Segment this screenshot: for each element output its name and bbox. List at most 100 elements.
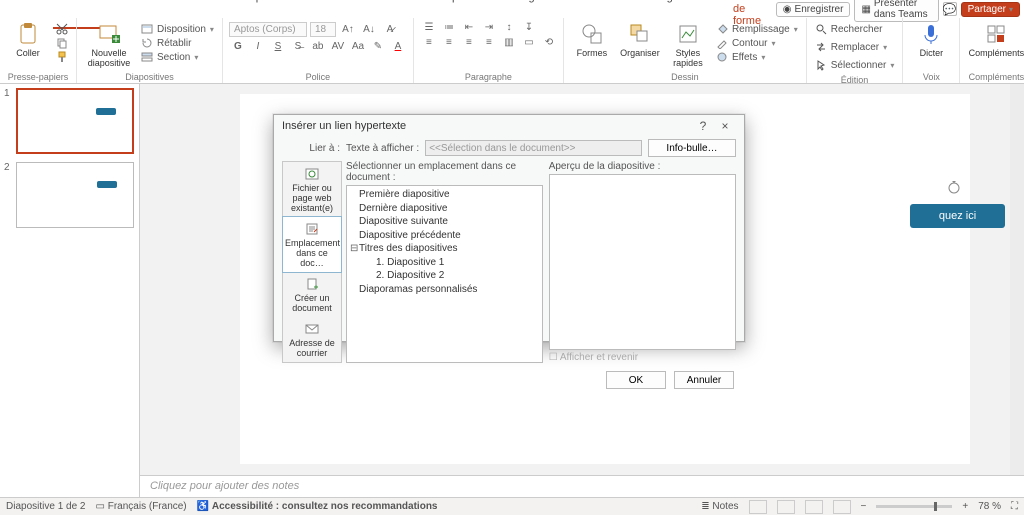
linkto-file-web-tab[interactable]: Fichier ou page web existant(e): [283, 162, 341, 217]
align-left-button[interactable]: ≡: [420, 37, 438, 48]
brush-icon: [56, 51, 68, 63]
find-button[interactable]: Rechercher: [813, 22, 885, 36]
line-spacing-button[interactable]: ↕: [500, 22, 518, 33]
char-spacing-button[interactable]: AV: [329, 41, 347, 52]
replace-button[interactable]: Remplacer: [813, 40, 889, 54]
fit-to-window-button[interactable]: ⛶: [1011, 501, 1018, 512]
align-center-button[interactable]: ≡: [440, 37, 458, 48]
strike-button[interactable]: S̶: [289, 41, 307, 52]
zoom-slider[interactable]: [876, 505, 952, 508]
status-slide-counter: Diapositive 1 de 2: [6, 501, 86, 512]
highlight-button[interactable]: ✎: [369, 41, 387, 52]
shape-outline-button[interactable]: Contour: [714, 36, 800, 50]
change-case-button[interactable]: Aa: [349, 41, 367, 52]
selected-shape[interactable]: quez ici: [910, 204, 1005, 228]
underline-button[interactable]: S: [269, 41, 287, 52]
group-clipboard: Coller Presse-papiers: [0, 18, 77, 83]
cut-button[interactable]: [54, 22, 70, 36]
group-slides: Nouvelle diapositive Disposition Rétabli…: [77, 18, 223, 83]
layout-button[interactable]: Disposition: [139, 22, 216, 36]
indent-increase-button[interactable]: ⇥: [480, 22, 498, 33]
screen-tip-button[interactable]: Info-bulle…: [648, 139, 736, 157]
notes-toggle-button[interactable]: ≣ Notes: [701, 501, 738, 512]
effects-icon: [716, 51, 728, 63]
increase-font-button[interactable]: A↑: [339, 24, 357, 35]
rotation-handle-icon[interactable]: [946, 180, 962, 196]
view-sorter-button[interactable]: [777, 500, 795, 514]
tree-item-prev-slide[interactable]: Diapositive précédente: [359, 229, 539, 243]
zoom-in-button[interactable]: +: [962, 501, 968, 512]
vertical-scrollbar[interactable]: [1010, 84, 1024, 475]
arrange-button[interactable]: Organiser: [618, 22, 662, 58]
zoom-out-button[interactable]: −: [861, 501, 867, 512]
paste-button[interactable]: Coller: [6, 22, 50, 58]
copy-button[interactable]: [54, 36, 70, 50]
status-language[interactable]: ▭ Français (France): [96, 501, 187, 512]
dialog-close-button[interactable]: ×: [714, 119, 736, 133]
align-text-button[interactable]: ▭: [520, 37, 538, 48]
cancel-button[interactable]: Annuler: [674, 371, 734, 389]
columns-button[interactable]: ▥: [500, 37, 518, 48]
notes-pane[interactable]: Cliquez pour ajouter des notes: [140, 475, 1024, 497]
italic-button[interactable]: I: [249, 41, 267, 52]
smartart-convert-button[interactable]: ⟲: [540, 37, 558, 48]
quick-styles-icon: [676, 22, 700, 46]
format-painter-button[interactable]: [54, 50, 70, 64]
new-slide-button[interactable]: Nouvelle diapositive: [83, 22, 135, 68]
font-name-combo[interactable]: Aptos (Corps): [229, 22, 307, 37]
group-drawing-label: Dessin: [568, 71, 802, 83]
shape-effects-button[interactable]: Effets: [714, 50, 800, 64]
linkto-place-doc-tab[interactable]: Emplacement dans ce doc…: [282, 216, 342, 273]
indent-decrease-button[interactable]: ⇤: [460, 22, 478, 33]
shapes-button[interactable]: Formes: [570, 22, 614, 58]
status-accessibility[interactable]: ♿ Accessibilité : consultez nos recomman…: [197, 501, 438, 512]
link-to-tabs: Fichier ou page web existant(e) Emplacem…: [282, 161, 342, 363]
share-button[interactable]: Partager: [961, 2, 1020, 17]
tree-group-slide-titles[interactable]: ⊟Titres des diapositives: [350, 242, 539, 256]
thumbnail-pane[interactable]: 1 2: [0, 84, 140, 497]
dictate-button[interactable]: Dicter: [909, 22, 953, 58]
font-color-button[interactable]: A: [389, 41, 407, 52]
view-normal-button[interactable]: [749, 500, 767, 514]
zoom-percent[interactable]: 78 %: [978, 501, 1001, 512]
view-reading-button[interactable]: [805, 500, 823, 514]
email-icon: [304, 322, 320, 336]
tree-item-slide-2[interactable]: 2. Diapositive 2: [376, 269, 539, 283]
linkto-new-doc-label: Créer un document: [292, 293, 332, 313]
replace-icon: [815, 41, 827, 53]
tree-item-custom-shows[interactable]: Diaporamas personnalisés: [359, 283, 539, 297]
tree-item-first-slide[interactable]: Première diapositive: [359, 188, 539, 202]
dialog-help-button[interactable]: ?: [692, 119, 714, 133]
view-slideshow-button[interactable]: [833, 500, 851, 514]
thumb-shape-icon: [96, 108, 116, 115]
numbering-button[interactable]: ≔: [440, 22, 458, 33]
font-size-combo[interactable]: 18: [310, 22, 336, 37]
bullets-button[interactable]: ☰: [420, 22, 438, 33]
record-button[interactable]: ◉ Enregistrer: [776, 2, 851, 17]
comments-toggle-button[interactable]: 💬: [943, 2, 957, 16]
select-button[interactable]: Sélectionner: [813, 58, 897, 72]
shadow-button[interactable]: ab: [309, 41, 327, 52]
decrease-font-button[interactable]: A↓: [360, 24, 378, 35]
thumbnail-slide-2[interactable]: [16, 162, 134, 228]
tree-item-last-slide[interactable]: Dernière diapositive: [359, 202, 539, 216]
place-tree[interactable]: Première diapositive Dernière diapositiv…: [346, 185, 543, 363]
bold-button[interactable]: G: [229, 41, 247, 52]
addins-button[interactable]: Compléments: [966, 22, 1024, 58]
linkto-new-doc-tab[interactable]: Créer un document: [283, 272, 341, 317]
quick-styles-button[interactable]: Styles rapides: [666, 22, 710, 68]
justify-button[interactable]: ≡: [480, 37, 498, 48]
linkto-email-tab[interactable]: Adresse de courrier: [283, 317, 341, 362]
tree-item-next-slide[interactable]: Diapositive suivante: [359, 215, 539, 229]
text-direction-button[interactable]: ↧: [520, 22, 538, 33]
clear-formatting-button[interactable]: A̷: [381, 24, 399, 35]
reset-button[interactable]: Rétablir: [139, 36, 216, 50]
tree-item-slide-1[interactable]: 1. Diapositive 1: [376, 256, 539, 270]
thumbnail-slide-1[interactable]: [16, 88, 134, 154]
section-icon: [141, 51, 153, 63]
shape-fill-button[interactable]: Remplissage: [714, 22, 800, 36]
find-label: Rechercher: [831, 24, 883, 35]
ok-button[interactable]: OK: [606, 371, 666, 389]
section-button[interactable]: Section: [139, 50, 216, 64]
align-right-button[interactable]: ≡: [460, 37, 478, 48]
